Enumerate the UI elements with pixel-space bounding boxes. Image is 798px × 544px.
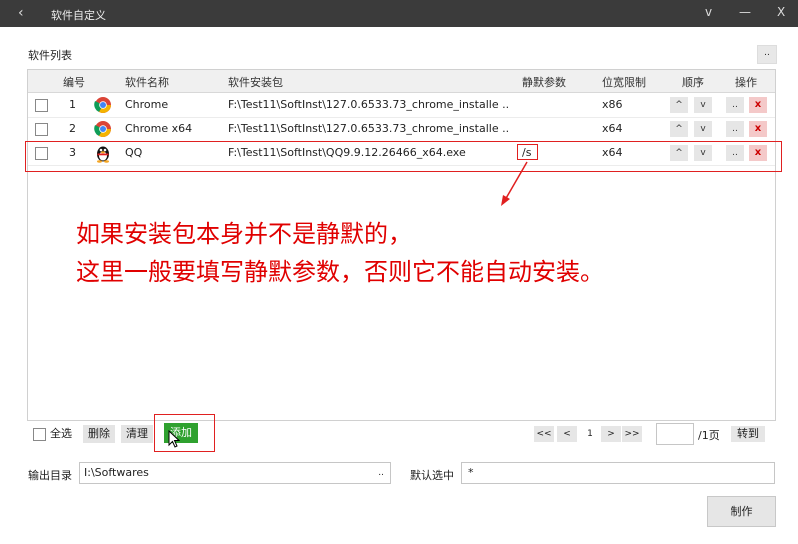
- row-name: Chrome x64: [125, 122, 193, 135]
- highlight-row-qq: [25, 141, 782, 172]
- total-pages: /1页: [698, 429, 720, 442]
- highlight-add-button: [154, 414, 215, 452]
- mouse-cursor-icon: [168, 430, 180, 448]
- row-package: F:\Test11\SoftInst\127.0.6533.73_chrome_…: [228, 98, 510, 111]
- chevron-down-icon[interactable]: v: [705, 5, 712, 19]
- row-name: Chrome: [125, 98, 169, 111]
- last-page-button[interactable]: >>: [622, 426, 642, 442]
- chrome-icon: [94, 97, 111, 113]
- table-row[interactable]: 2 Chrome x64 F:\Test11\SoftInst\127.0.65…: [28, 118, 775, 142]
- next-page-button[interactable]: >: [601, 426, 621, 442]
- row-checkbox[interactable]: [35, 123, 48, 136]
- output-dir-value: I:\Softwares: [84, 466, 149, 479]
- annotation-arrow: [501, 161, 528, 206]
- default-select-value: *: [468, 466, 474, 479]
- select-all-label[interactable]: 全选: [50, 425, 72, 443]
- header-silent: 静默参数: [522, 76, 566, 89]
- make-button[interactable]: 制作: [707, 496, 776, 527]
- edit-button[interactable]: ..: [726, 97, 744, 113]
- delete-row-button[interactable]: x: [749, 97, 767, 113]
- row-arch: x86: [602, 98, 623, 111]
- current-page: 1: [580, 426, 600, 442]
- clear-button[interactable]: 清理: [121, 425, 153, 443]
- title-bar: ‹ 软件自定义 v — X: [0, 0, 798, 27]
- chrome-icon: [94, 121, 111, 137]
- minimize-button[interactable]: —: [739, 5, 751, 19]
- window-title: 软件自定义: [51, 9, 106, 22]
- move-up-button[interactable]: ^: [670, 121, 688, 137]
- default-select-field[interactable]: *: [461, 462, 775, 484]
- goto-button[interactable]: 转到: [731, 426, 765, 442]
- row-package: F:\Test11\SoftInst\127.0.6533.73_chrome_…: [228, 122, 510, 135]
- header-ops: 操作: [735, 76, 757, 89]
- close-button[interactable]: X: [777, 5, 785, 19]
- row-arch: x64: [602, 122, 623, 135]
- delete-row-button[interactable]: x: [749, 121, 767, 137]
- software-list-label: 软件列表: [28, 49, 72, 62]
- edit-button[interactable]: ..: [726, 121, 744, 137]
- highlight-silent-param: [517, 144, 538, 160]
- table-header: 编号 软件名称 软件安装包 静默参数 位宽限制 顺序 操作: [28, 70, 775, 93]
- move-down-button[interactable]: v: [694, 97, 712, 113]
- move-down-button[interactable]: v: [694, 121, 712, 137]
- header-package: 软件安装包: [228, 76, 283, 89]
- row-checkbox[interactable]: [35, 99, 48, 112]
- browse-button[interactable]: ..: [378, 463, 384, 483]
- first-page-button[interactable]: <<: [534, 426, 554, 442]
- header-order: 顺序: [682, 76, 704, 89]
- annotation-text-line1: 如果安装包本身并不是静默的，: [76, 220, 412, 248]
- move-up-button[interactable]: ^: [670, 97, 688, 113]
- row-index: 2: [69, 122, 76, 135]
- header-arch: 位宽限制: [602, 76, 646, 89]
- annotation-text-line2: 这里一般要填写静默参数，否则它不能自动安装。: [76, 258, 604, 286]
- more-button[interactable]: ..: [757, 45, 777, 64]
- header-name: 软件名称: [125, 76, 169, 89]
- back-icon[interactable]: ‹: [18, 5, 24, 21]
- output-dir-label: 输出目录: [28, 469, 72, 482]
- page-input[interactable]: [656, 423, 694, 445]
- output-dir-field[interactable]: I:\Softwares ..: [79, 462, 391, 484]
- default-select-label: 默认选中: [410, 469, 454, 482]
- row-index: 1: [69, 98, 76, 111]
- delete-button[interactable]: 删除: [83, 425, 115, 443]
- prev-page-button[interactable]: <: [557, 426, 577, 442]
- table-row[interactable]: 1 Chrome F:\Test11\SoftInst\127.0.6533.7…: [28, 94, 775, 118]
- header-index: 编号: [63, 76, 85, 89]
- select-all-checkbox[interactable]: [33, 428, 46, 441]
